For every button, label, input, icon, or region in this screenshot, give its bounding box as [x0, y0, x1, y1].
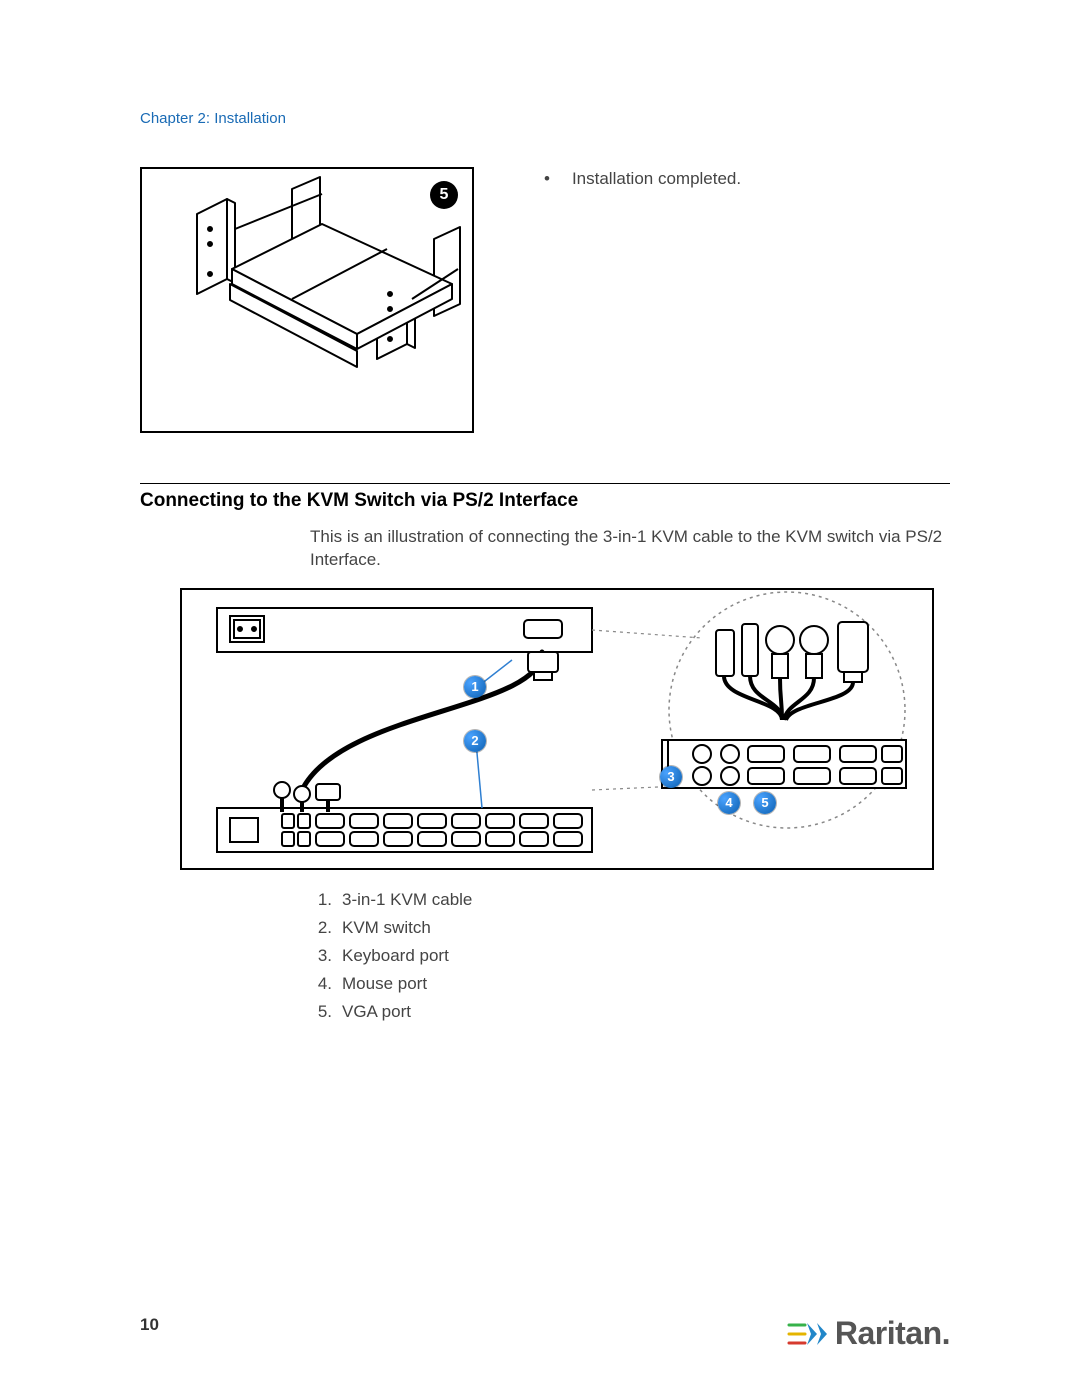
legend-item: 4.Mouse port	[310, 974, 950, 994]
legend-item: 1.3-in-1 KVM cable	[310, 890, 950, 910]
brand-name: Raritan.	[835, 1315, 950, 1352]
rack-drawer-illustration	[142, 169, 472, 431]
diagram-callout-5: 5	[754, 792, 776, 814]
chapter-header: Chapter 2: Installation	[140, 110, 950, 127]
section-heading: Connecting to the KVM Switch via PS/2 In…	[140, 490, 950, 512]
diagram-callout-3: 3	[660, 766, 682, 788]
top-section: 5	[140, 167, 950, 433]
section-divider	[140, 483, 950, 484]
diagram-callout-1: 1	[464, 676, 486, 698]
legend-item: 5.VGA port	[310, 1002, 950, 1022]
installation-completed-text: Installation completed.	[534, 167, 741, 189]
page-number: 10	[140, 1315, 159, 1335]
legend-item: 2.KVM switch	[310, 918, 950, 938]
diagram-callout-2: 2	[464, 730, 486, 752]
raritan-logo-icon	[787, 1319, 829, 1349]
brand-logo: Raritan.	[787, 1315, 950, 1352]
section-intro-text: This is an illustration of connecting th…	[310, 526, 950, 572]
kvm-connection-diagram: 1 2 3 4 5	[180, 588, 934, 870]
diagram-legend: 1.3-in-1 KVM cable 2.KVM switch 3.Keyboa…	[310, 890, 950, 1022]
step-number-badge: 5	[430, 181, 458, 209]
legend-item: 3.Keyboard port	[310, 946, 950, 966]
installation-step-figure: 5	[140, 167, 474, 433]
diagram-callout-4: 4	[718, 792, 740, 814]
kvm-diagram-svg	[182, 590, 932, 868]
